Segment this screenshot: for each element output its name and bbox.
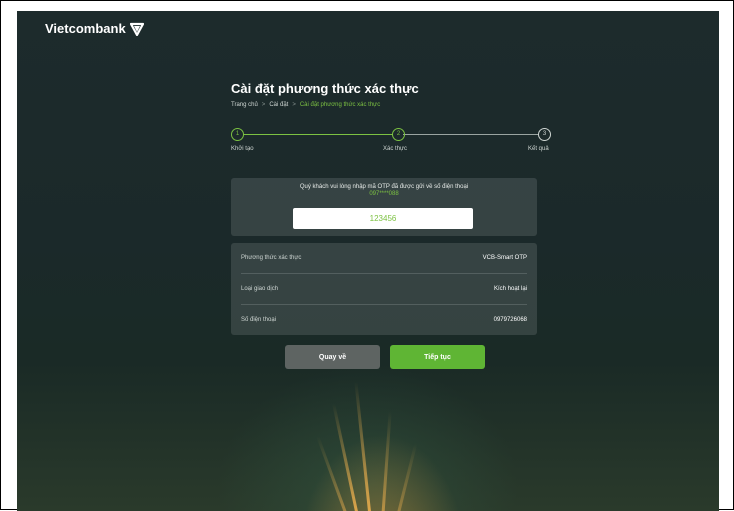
breadcrumb-separator: > [261,102,266,108]
detail-row: Phương thức xác thực VCB-Smart OTP [241,243,527,274]
continue-button[interactable]: Tiếp tục [390,345,485,369]
light-streak [332,403,360,511]
breadcrumb-home[interactable]: Trang chủ [231,102,258,108]
stepper-line-pending [403,134,539,135]
otp-masked-phone: 097****088 [369,191,399,197]
step-1-circle: 1 [231,128,244,141]
detail-value: 0979726068 [493,317,527,323]
app-viewport: Vietcombank Cài đặt phương thức xác thực… [17,11,719,511]
detail-label: Phương thức xác thực [241,255,302,261]
progress-stepper: 1 2 3 Khởi tạo Xác thực Kết quả [231,128,551,162]
light-streak [354,381,372,511]
light-streak [316,435,350,511]
step-2-label: Xác thực [383,146,408,152]
step-3-label: Kết quả [528,146,549,152]
stepper-line-complete [243,134,393,135]
breadcrumb: Trang chủ > Cài đặt > Cài đặt phương thứ… [231,102,551,108]
screenshot-frame: Vietcombank Cài đặt phương thức xác thực… [0,0,734,511]
light-streak [381,411,392,511]
step-3-circle: 3 [538,128,551,141]
breadcrumb-settings[interactable]: Cài đặt [269,102,288,108]
breadcrumb-current: Cài đặt phương thức xác thực [299,102,381,108]
action-bar: Quay về Tiếp tục [231,345,551,369]
detail-row: Loại giao dịch Kích hoạt lại [241,274,527,305]
light-streak [395,443,418,511]
back-button[interactable]: Quay về [285,345,380,369]
brand-name: Vietcombank [45,21,126,36]
detail-row: Số điện thoại 0979726068 [241,305,527,335]
detail-value: VCB-Smart OTP [482,255,527,261]
step-2-circle: 2 [392,128,405,141]
brand-logo[interactable]: Vietcombank [45,21,144,36]
breadcrumb-separator: > [292,102,296,108]
detail-value: Kích hoạt lại [493,286,527,292]
otp-input[interactable] [293,208,473,229]
otp-instruction: Quý khách vui lòng nhập mã OTP đã được g… [299,184,469,190]
step-1-label: Khởi tạo [231,146,254,152]
otp-card: Quý khách vui lòng nhập mã OTP đã được g… [231,178,537,236]
transaction-details: Phương thức xác thực VCB-Smart OTP Loại … [231,243,537,335]
vcb-logo-icon [129,22,144,36]
detail-label: Loại giao dịch [241,286,279,292]
main-content: Cài đặt phương thức xác thực Trang chủ >… [231,81,551,369]
detail-label: Số điện thoại [241,317,277,323]
page-title: Cài đặt phương thức xác thực [231,81,419,96]
